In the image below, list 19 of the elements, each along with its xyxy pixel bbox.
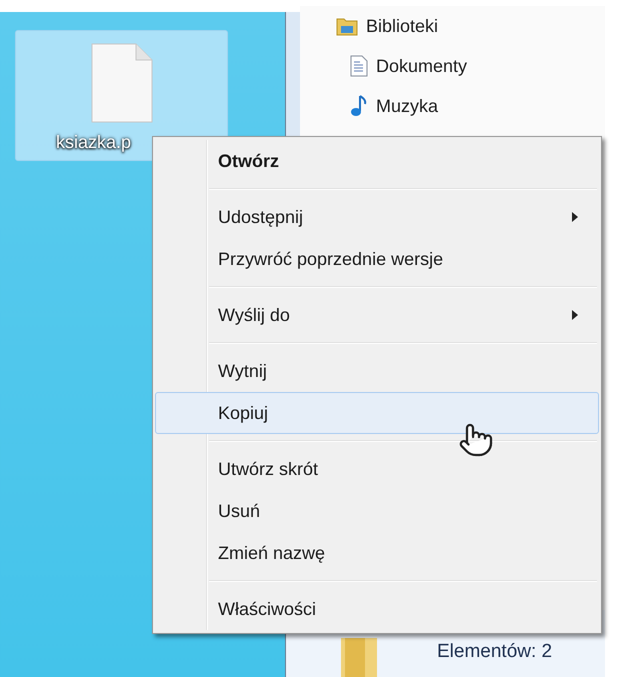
menu-item[interactable]: Usuń: [155, 490, 599, 532]
file-icon: [90, 43, 152, 123]
menu-item[interactable]: Utwórz skrót: [155, 448, 599, 490]
menu-item[interactable]: Właściwości: [155, 588, 599, 630]
menu-item[interactable]: Przywróć poprzednie wersje: [155, 238, 599, 280]
navigation-item[interactable]: Dokumenty: [376, 52, 468, 80]
submenu-arrow-icon: [572, 310, 578, 320]
menu-item[interactable]: Wytnij: [155, 350, 599, 392]
submenu-arrow-icon: [572, 212, 578, 222]
navigation-item[interactable]: Muzyka: [376, 92, 438, 120]
navigation-item[interactable]: Biblioteki: [366, 12, 438, 40]
menu-item[interactable]: Udostępnij: [155, 196, 599, 238]
menu-item[interactable]: Kopiuj: [155, 392, 599, 434]
item-count: Elementów: 2: [437, 640, 552, 664]
document-icon: [350, 55, 368, 77]
menu-item[interactable]: Zmień nazwę: [155, 532, 599, 574]
file-name: ksiazka.p: [56, 131, 132, 154]
menu-item[interactable]: Wyślij do: [155, 294, 599, 336]
music-note-icon: [350, 95, 368, 117]
